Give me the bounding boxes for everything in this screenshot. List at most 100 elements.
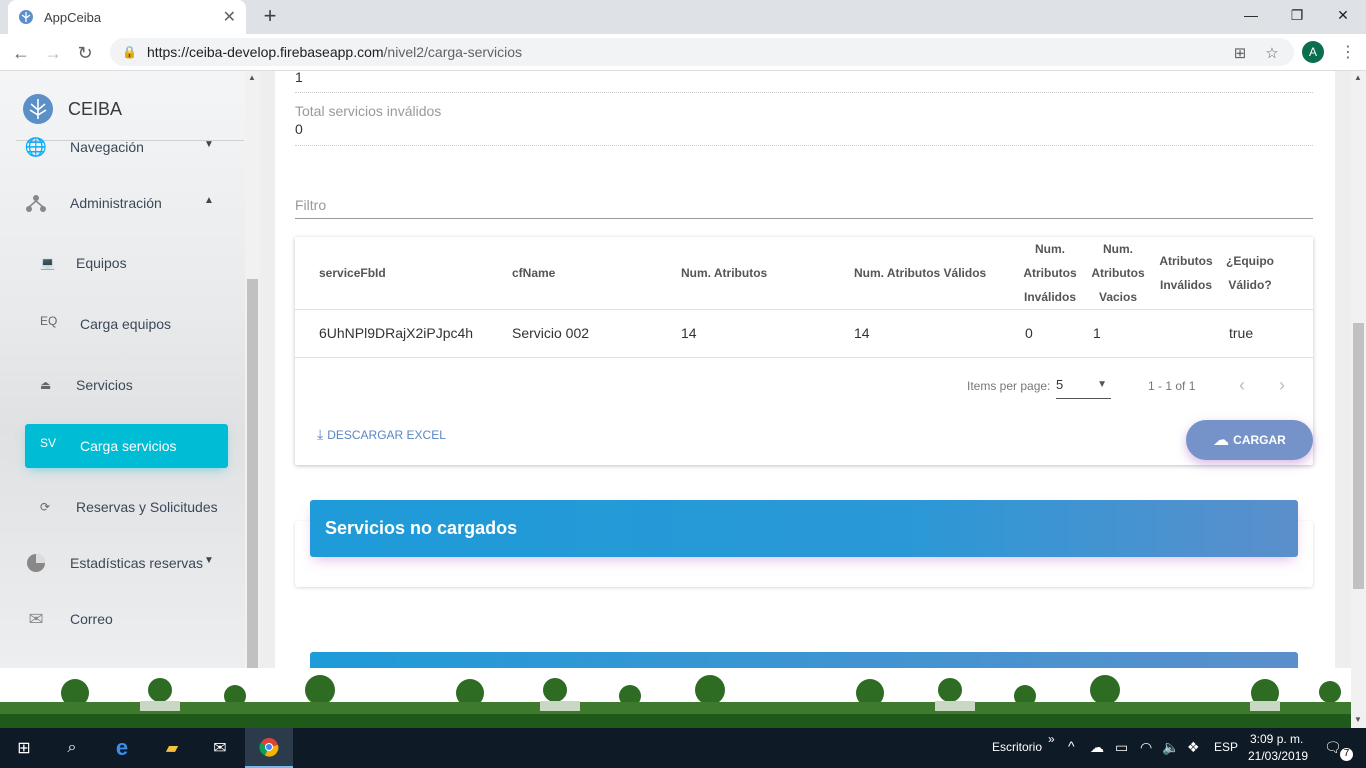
chevron-icon[interactable]: »	[1048, 732, 1055, 746]
sidebar: CEIBA 🌐 Navegación ▼ Administración ▲ 💻 …	[0, 71, 260, 668]
browser-toolbar: ← → ↻ 🔒 https://ceiba-develop.firebaseap…	[0, 34, 1366, 71]
sidebar-item-reservas[interactable]: ⟳ Reservas y Solicitudes	[25, 485, 228, 529]
invalid-value: 0	[295, 121, 303, 137]
sidebar-item-navegacion[interactable]: 🌐 Navegación ▼	[24, 135, 214, 159]
header-line: Atributos	[1023, 266, 1077, 280]
globe-icon: 🌐	[24, 136, 48, 157]
ceiba-logo-icon	[22, 93, 54, 125]
browser-menu-icon[interactable]: ⋮	[1340, 42, 1356, 62]
items-per-page-select[interactable]: 5 ▼	[1056, 377, 1111, 399]
back-icon[interactable]: ←	[8, 40, 34, 66]
divider	[295, 145, 1313, 146]
sidebar-item-equipos[interactable]: 💻 Equipos	[25, 241, 228, 285]
forest-footer-image	[0, 668, 1351, 728]
dropbox-icon[interactable]: ❖	[1187, 739, 1200, 756]
sidebar-item-correo[interactable]: ✉ Correo	[24, 607, 112, 631]
header-line: Vacios	[1098, 290, 1138, 304]
table-cell: true	[1229, 325, 1254, 341]
language-indicator[interactable]: ESP	[1214, 740, 1238, 754]
sidebar-item-label: Equipos	[76, 255, 127, 271]
brand[interactable]: CEIBA	[22, 93, 122, 125]
header-line: Inválidos	[1159, 278, 1212, 292]
pager-range: 1 - 1 of 1	[1148, 379, 1196, 393]
col-header[interactable]: Num. Atributos Válidos	[854, 261, 986, 285]
sidebar-item-servicios[interactable]: ⏏ Servicios	[25, 363, 228, 407]
mail-app-icon[interactable]: ✉	[196, 728, 244, 768]
clock-date[interactable]: 21/03/2019	[1248, 749, 1308, 763]
clock-time[interactable]: 3:09 p. m.	[1250, 732, 1303, 746]
col-header[interactable]: cfName	[512, 261, 555, 285]
divider	[295, 357, 1313, 358]
browser-tab[interactable]: AppCeiba ✕	[8, 0, 246, 34]
col-header-empty-attrs[interactable]: Num. Atributos Vacios	[1090, 237, 1146, 309]
search-icon[interactable]: ⌕	[48, 728, 96, 768]
col-header-invalid-attrs[interactable]: Num. Atributos Inválidos	[1022, 237, 1078, 309]
pie-chart-icon	[24, 551, 48, 575]
desktop-toolbar[interactable]: Escritorio	[992, 740, 1042, 754]
sidebar-item-estadisticas[interactable]: Estadísticas reservas ▼	[24, 551, 214, 575]
brand-name: CEIBA	[68, 98, 123, 119]
profile-avatar[interactable]: A	[1302, 41, 1324, 63]
minimize-icon[interactable]: —	[1228, 0, 1274, 30]
download-excel-button[interactable]: ⤓ DESCARGAR EXCEL	[317, 426, 446, 443]
col-header[interactable]: Num. Atributos	[681, 261, 767, 285]
sidebar-item-carga-equipos[interactable]: EQ Carga equipos	[25, 302, 228, 346]
mail-icon: ✉	[28, 608, 44, 629]
tray-expand-icon[interactable]: ^	[1068, 738, 1075, 754]
col-header-attrs-invalid[interactable]: Atributos Inválidos	[1158, 249, 1214, 297]
tab-close-icon[interactable]: ✕	[223, 7, 236, 27]
invalid-label: Total servicios inválidos	[295, 103, 442, 119]
windows-taskbar: ⊞ ⌕ e ▰ ✉ Escritorio » ^ ☁ ▭ ◠ 🔈 ❖ ESP 3…	[0, 728, 1366, 768]
address-bar[interactable]: 🔒 https://ceiba-develop.firebaseapp.com /…	[110, 38, 1294, 66]
forward-icon[interactable]: →	[40, 40, 66, 66]
volume-icon[interactable]: 🔈	[1162, 739, 1179, 756]
sidebar-item-administracion[interactable]: Administración ▲	[24, 191, 214, 215]
header-line: Inválidos	[1023, 290, 1076, 304]
tab-title: AppCeiba	[44, 9, 102, 25]
cloud-upload-icon: ☁	[1213, 432, 1230, 449]
reload-icon[interactable]: ↻	[72, 40, 98, 66]
close-window-icon[interactable]: ✕	[1320, 0, 1366, 30]
main-scrollbar[interactable]: ▲ ▼	[1351, 71, 1366, 731]
edge-icon[interactable]: e	[98, 728, 146, 768]
sidebar-item-label: Estadísticas reservas	[70, 555, 204, 571]
sidebar-item-label: Carga equipos	[80, 316, 172, 332]
main-scroll-thumb[interactable]	[1353, 323, 1364, 589]
scroll-up-icon[interactable]: ▲	[1354, 73, 1362, 82]
wifi-icon[interactable]: ◠	[1140, 739, 1152, 756]
new-tab-icon[interactable]: +	[258, 3, 282, 28]
dropdown-arrow-icon: ▼	[1097, 379, 1107, 390]
items-per-page-value: 5	[1056, 377, 1064, 392]
header-line: Válido?	[1228, 278, 1272, 292]
next-page-icon[interactable]: ›	[1279, 375, 1285, 396]
col-header-equipo-valido[interactable]: ¿Equipo Válido?	[1225, 249, 1275, 297]
onedrive-icon[interactable]: ☁	[1090, 739, 1104, 756]
chrome-icon[interactable]	[245, 728, 293, 768]
restore-icon[interactable]: ❐	[1274, 0, 1320, 30]
download-excel-label: DESCARGAR EXCEL	[327, 427, 446, 442]
eject-icon: ⏏	[40, 378, 52, 392]
cargar-button[interactable]: ☁ CARGAR	[1186, 420, 1313, 460]
scroll-up-icon[interactable]: ▲	[248, 73, 256, 82]
main-area: 1 Total servicios inválidos 0 Filtro ser…	[260, 71, 1351, 668]
download-icon: ⤓	[317, 426, 324, 442]
battery-icon[interactable]: ▭	[1115, 739, 1128, 756]
filter-input[interactable]: Filtro	[295, 197, 1313, 219]
file-explorer-icon[interactable]: ▰	[148, 728, 196, 768]
swap-icon: ⟳	[40, 500, 51, 514]
sidebar-item-label: Navegación	[70, 139, 144, 155]
prev-page-icon[interactable]: ‹	[1239, 375, 1245, 396]
next-section-header	[310, 652, 1298, 668]
scroll-down-icon[interactable]: ▼	[1354, 715, 1362, 724]
sidebar-item-carga-servicios[interactable]: SV Carga servicios	[25, 424, 228, 468]
section-header: Servicios no cargados	[310, 500, 1298, 557]
sidebar-item-abbr: SV	[40, 436, 57, 450]
bookmark-star-icon[interactable]: ☆	[1262, 43, 1282, 63]
translate-icon[interactable]: ⊞	[1230, 43, 1250, 63]
sidebar-item-label: Servicios	[76, 377, 133, 393]
sidebar-scrollbar[interactable]: ▲	[245, 71, 260, 668]
table-cell: 14	[681, 325, 697, 341]
col-header[interactable]: serviceFbId	[319, 261, 386, 285]
windows-start-icon[interactable]: ⊞	[0, 728, 48, 768]
sidebar-scroll-thumb[interactable]	[247, 279, 258, 668]
